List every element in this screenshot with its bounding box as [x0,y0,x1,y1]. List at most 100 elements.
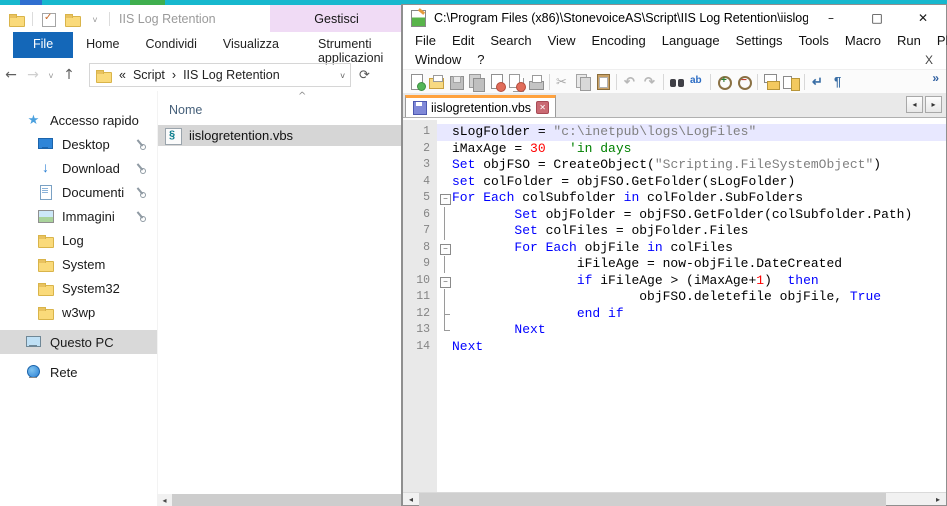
sidebar-item-w3wp[interactable]: w3wp [0,300,157,324]
recent-locations-chevron-icon[interactable] [44,70,58,80]
sidebar-item-system[interactable]: System [0,252,157,276]
fold-collapse-icon[interactable] [437,273,452,290]
qat-folder-icon[interactable] [64,11,81,27]
qat-folder-icon[interactable] [8,11,25,27]
editor-line[interactable]: 7 Set colFiles = objFolder.Files [403,223,946,240]
qat-customize-chevron-icon[interactable] [88,14,102,24]
ribbon-tab-condividi[interactable]: Condividi [133,32,210,58]
contextual-tab-header[interactable]: Gestisci [270,5,403,32]
sync-scroll-horizontal-icon[interactable] [782,73,800,91]
sidebar-item-desktop[interactable]: Desktop [0,132,157,156]
editor-line[interactable]: 10 if iFileAge > (iMaxAge+1) then [403,273,946,290]
ribbon-tab-strumenti-applicazioni[interactable]: Strumenti applicazioni [305,32,403,58]
minimize-button[interactable] [808,5,854,31]
editor-line[interactable]: 9 iFileAge = now-objFile.DateCreated [403,256,946,273]
ribbon-tab-visualizza[interactable]: Visualizza [210,32,292,58]
find-icon[interactable] [668,73,686,91]
sidebar-item-documenti[interactable]: Documenti [0,180,157,204]
menu-encoding[interactable]: Encoding [584,33,654,48]
menu-edit[interactable]: Edit [444,33,482,48]
menu-view[interactable]: View [540,33,584,48]
editor-horizontal-scrollbar[interactable] [403,492,946,505]
editor-line[interactable]: 3Set objFSO = CreateObject("Scripting.Fi… [403,157,946,174]
save-icon[interactable] [447,73,465,91]
show-all-characters-icon[interactable] [829,73,847,91]
code-editor[interactable]: 1sLogFolder = "c:\inetpub\logs\LogFiles"… [403,120,946,492]
scroll-left-arrow-icon[interactable] [157,496,172,505]
scroll-tabs-left-button[interactable] [906,96,923,113]
word-wrap-icon[interactable] [809,73,827,91]
menu-window[interactable]: Window [407,52,469,67]
menu-language[interactable]: Language [654,33,728,48]
document-close-x[interactable]: X [925,53,933,67]
paste-icon[interactable] [594,73,612,91]
toolbar-overflow-chevron-icon[interactable]: » [932,71,939,85]
close-all-icon[interactable] [507,73,525,91]
scroll-right-arrow-icon[interactable] [930,495,946,504]
zoom-out-icon[interactable] [735,73,753,91]
menu-tools[interactable]: Tools [791,33,837,48]
editor-line[interactable]: 12 end if [403,306,946,323]
close-button[interactable] [900,5,946,31]
cut-icon[interactable] [554,73,572,91]
explorer-horizontal-scrollbar[interactable] [157,494,403,506]
breadcrumb[interactable]: « Script›IIS Log Retention [89,63,351,87]
notepadpp-titlebar[interactable]: C:\Program Files (x86)\StonevoiceAS\Scri… [403,5,946,31]
sidebar-item-rete[interactable]: Rete [0,360,157,384]
replace-icon[interactable] [688,73,706,91]
editor-line[interactable]: 5For Each colSubfolder in colFolder.SubF… [403,190,946,207]
sync-scroll-vertical-icon[interactable] [762,73,780,91]
sidebar-item-system32[interactable]: System32 [0,276,157,300]
scroll-tabs-right-button[interactable] [925,96,942,113]
forward-button[interactable] [22,66,44,83]
print-icon[interactable] [527,73,545,91]
editor-line[interactable]: 14Next [403,339,946,356]
menu-file[interactable]: File [407,33,444,48]
document-tab[interactable]: iislogretention.vbs [405,95,556,117]
menu-run[interactable]: Run [889,33,929,48]
redo-icon[interactable] [641,73,659,91]
tab-close-icon[interactable] [536,101,549,114]
menu-help[interactable]: ? [469,52,492,67]
menu-macro[interactable]: Macro [837,33,889,48]
editor-line[interactable]: 6 Set objFolder = objFSO.GetFolder(colSu… [403,207,946,224]
breadcrumb-segment[interactable]: IIS Log Retention [183,68,280,82]
menu-plugins[interactable]: Plugins [929,33,947,48]
scrollbar-thumb[interactable] [172,494,403,506]
zoom-in-icon[interactable] [715,73,733,91]
maximize-button[interactable] [854,5,900,31]
editor-line[interactable]: 2iMaxAge = 30 'in days [403,141,946,158]
explorer-titlebar[interactable]: IIS Log Retention Gestisci [0,5,403,32]
scrollbar-thumb[interactable] [419,493,886,506]
sidebar-item-download[interactable]: ↓Download [0,156,157,180]
address-dropdown-chevron-icon[interactable] [340,70,345,80]
menu-settings[interactable]: Settings [728,33,791,48]
breadcrumb-collapsed[interactable]: « [119,68,126,82]
editor-line[interactable]: 13 Next [403,322,946,339]
new-file-icon[interactable] [407,73,425,91]
qat-check-icon[interactable] [40,11,57,27]
editor-line[interactable]: 1sLogFolder = "c:\inetpub\logs\LogFiles" [403,124,946,141]
open-file-icon[interactable] [427,73,445,91]
back-button[interactable] [0,66,22,83]
fold-collapse-icon[interactable] [437,240,452,257]
editor-line[interactable]: 8 For Each objFile in colFiles [403,240,946,257]
menu-search[interactable]: Search [482,33,539,48]
save-all-icon[interactable] [467,73,485,91]
fold-collapse-icon[interactable] [437,190,452,207]
column-header-name[interactable]: Nome [158,91,403,117]
sidebar-item-questo-pc[interactable]: Questo PC [0,330,157,354]
scroll-left-arrow-icon[interactable] [403,495,419,504]
file-row[interactable]: iislogretention.vbs [158,125,403,146]
close-icon[interactable] [487,73,505,91]
refresh-icon[interactable] [359,67,370,83]
editor-line[interactable]: 4set colFolder = objFSO.GetFolder(sLogFo… [403,174,946,191]
copy-icon[interactable] [574,73,592,91]
sidebar-item-log[interactable]: Log [0,228,157,252]
editor-line[interactable]: 11 objFSO.deletefile objFile, True [403,289,946,306]
up-button[interactable] [58,66,80,83]
breadcrumb-segment[interactable]: Script [133,68,165,82]
sidebar-item-accesso-rapido[interactable]: ★Accesso rapido [0,108,157,132]
undo-icon[interactable] [621,73,639,91]
sidebar-item-immagini[interactable]: Immagini [0,204,157,228]
